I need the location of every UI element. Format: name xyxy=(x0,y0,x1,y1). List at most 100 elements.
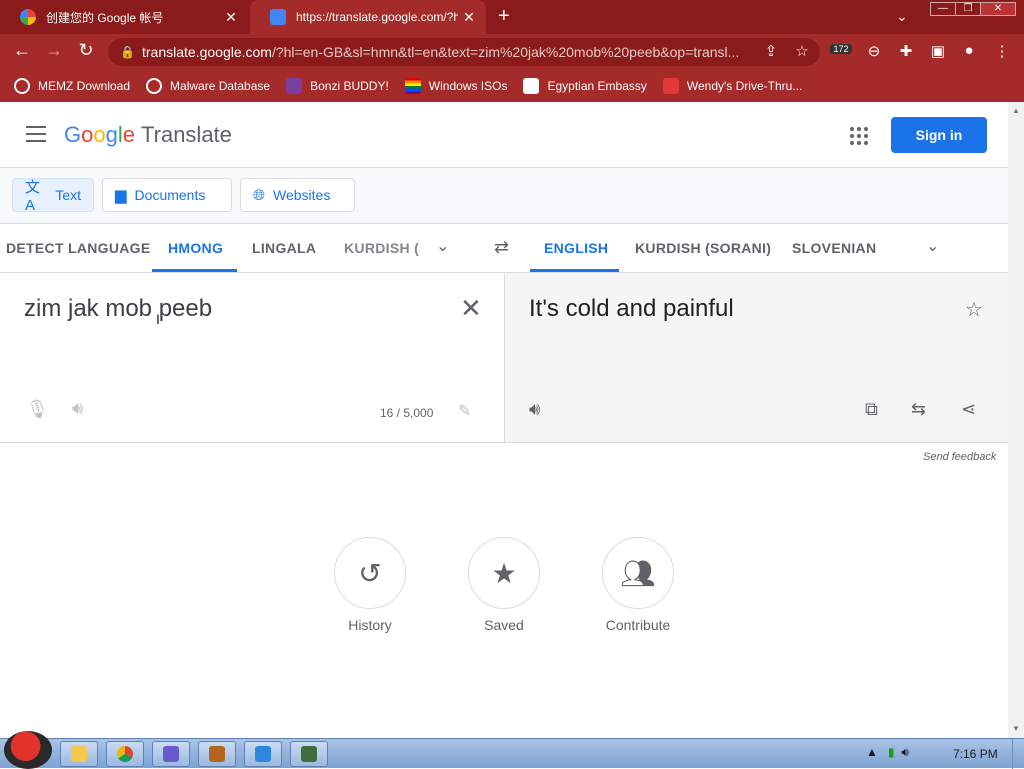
send-feedback-link[interactable]: Send feedback xyxy=(923,451,996,463)
bookmark-memz[interactable]: MEMZ Download xyxy=(14,78,130,94)
sign-in-button[interactable]: Sign in xyxy=(891,117,987,153)
google-apps-icon[interactable] xyxy=(850,127,868,145)
extension-icon[interactable]: ⊖ xyxy=(863,42,885,60)
youtube-icon xyxy=(662,78,679,94)
text-mode-button[interactable]: 文A Text xyxy=(12,178,94,214)
share-translation-icon[interactable]: ⋖ xyxy=(961,399,976,420)
bookmark-egyptian-embassy[interactable]: Egyptian Embassy xyxy=(523,78,647,94)
history-label: History xyxy=(348,617,392,633)
target-lang-kurdish-sorani[interactable]: KURDISH (SORANI) xyxy=(635,240,771,256)
bookmark-bonzi-buddy[interactable]: Bonzi BUDDY! xyxy=(286,78,389,94)
websites-mode-button[interactable]: 🌐︎ Websites xyxy=(240,178,355,212)
show-hidden-icons-icon[interactable]: ▲ xyxy=(866,745,878,759)
browser-tab-strip: 创建您的 Google 帐号 ✕ https://translate.googl… xyxy=(0,0,1024,34)
source-lang-detect[interactable]: DETECT LANGUAGE xyxy=(6,240,151,256)
save-translation-star-icon[interactable]: ☆ xyxy=(965,297,983,322)
mode-label: Text xyxy=(55,187,81,203)
bookmark-malware-database[interactable]: Malware Database xyxy=(146,78,270,94)
history-button[interactable]: ↺ xyxy=(334,537,406,609)
tab-close-icon[interactable]: ✕ xyxy=(458,9,480,26)
star-icon: ★ xyxy=(491,557,517,589)
main-menu-icon[interactable] xyxy=(26,126,46,142)
forward-arrow-icon[interactable]: → xyxy=(42,40,66,61)
tab-title: https://translate.google.com/?hl= xyxy=(296,10,458,24)
browser-tab-google-account[interactable]: 创建您的 Google 帐号 ✕ xyxy=(0,0,248,34)
contribute-label: Contribute xyxy=(605,617,671,633)
bookmarks-bar: MEMZ Download Malware Database Bonzi BUD… xyxy=(0,70,1024,102)
close-window-button[interactable]: ✕ xyxy=(980,2,1016,16)
saved-label: Saved xyxy=(484,617,524,633)
swap-languages-icon[interactable]: ⇄ xyxy=(494,237,509,258)
bookmark-label: Malware Database xyxy=(170,79,271,93)
browser-toolbar: ← → ↻ 🔒 translate.google.com/?hl=en-GB&s… xyxy=(0,34,1024,70)
documents-mode-button[interactable]: ▆ Documents xyxy=(102,178,232,212)
target-lang-slovenian[interactable]: SLOVENIAN xyxy=(792,240,876,256)
product-name: Translate xyxy=(141,122,232,147)
lock-icon: 🔒 xyxy=(120,45,135,59)
source-lang-kurdish[interactable]: KURDISH (S xyxy=(344,240,420,256)
text-cursor-icon: I xyxy=(156,311,160,327)
listen-translation-icon[interactable]: 🔊︎ xyxy=(529,399,540,420)
taskbar-app-game[interactable] xyxy=(244,741,282,767)
tab-search-chevron-icon[interactable]: ⌄ xyxy=(896,8,908,25)
taskbar-clock[interactable]: 7:16 PM xyxy=(953,747,998,761)
address-bar[interactable]: 🔒 translate.google.com/?hl=en-GB&sl=hmn&… xyxy=(108,38,820,66)
pencil-icon[interactable]: ✎ xyxy=(458,401,471,421)
source-more-languages-chevron-icon[interactable]: ⌄ xyxy=(436,236,449,256)
tab-close-icon[interactable]: ✕ xyxy=(220,9,242,26)
taskbar-app-toolbox[interactable] xyxy=(198,741,236,767)
source-lang-lingala[interactable]: LINGALA xyxy=(252,240,316,256)
listen-source-icon[interactable]: 🔊︎ xyxy=(72,398,83,419)
mode-label: Documents xyxy=(134,187,206,203)
translation-text: It's cold and painful xyxy=(529,295,734,322)
battery-icon[interactable]: ▮ xyxy=(888,745,895,759)
reload-icon[interactable]: ↻ xyxy=(74,40,98,61)
scroll-up-arrow-icon[interactable]: ▲ xyxy=(1012,106,1020,115)
new-tab-button[interactable]: + xyxy=(498,5,510,28)
taskbar-app-terminal[interactable] xyxy=(290,741,328,767)
kebab-menu-icon[interactable]: ⋮ xyxy=(991,42,1013,60)
browser-tab-translate[interactable]: https://translate.google.com/?hl= ✕ xyxy=(250,0,486,34)
start-button-angry-bird-icon[interactable] xyxy=(4,731,52,769)
rate-translation-icon[interactable]: ⇆ xyxy=(911,399,926,420)
google-favicon-icon xyxy=(20,9,36,25)
share-page-icon[interactable]: ⇪ xyxy=(760,42,782,60)
target-lang-english[interactable]: ENGLISH xyxy=(544,240,608,256)
logo-letter: G xyxy=(64,122,82,147)
extension-badge-icon[interactable]: 172 xyxy=(830,44,852,54)
google-translate-logo[interactable]: Google Translate xyxy=(64,122,232,148)
source-lang-hmong[interactable]: HMONG xyxy=(168,240,223,256)
copy-translation-icon[interactable]: ⧉ xyxy=(865,399,878,420)
saved-button[interactable]: ★ xyxy=(468,537,540,609)
target-more-languages-chevron-icon[interactable]: ⌄ xyxy=(926,236,939,256)
contribute-button[interactable]: 👥︎ xyxy=(602,537,674,609)
winrar-icon xyxy=(163,746,179,762)
restore-button[interactable]: ❐ xyxy=(955,2,981,16)
source-text-input[interactable]: zim jak mob peeb xyxy=(24,295,212,323)
taskbar-app-winrar[interactable] xyxy=(152,741,190,767)
logo-letter: g xyxy=(105,122,118,147)
page-scrollbar[interactable]: ▲ ▼ xyxy=(1008,102,1024,738)
logo-letter: o xyxy=(81,122,94,147)
bookmark-label: Windows ISOs xyxy=(428,79,508,93)
bookmark-windows-isos[interactable]: Windows ISOs xyxy=(404,78,508,94)
scroll-down-arrow-icon[interactable]: ▼ xyxy=(1012,724,1020,733)
back-arrow-icon[interactable]: ← xyxy=(10,40,34,61)
translate-icon: 文A xyxy=(25,179,41,214)
side-panel-icon[interactable]: ▣ xyxy=(927,42,949,60)
character-count: 16 / 5,000 xyxy=(380,406,434,420)
minimize-button[interactable]: — xyxy=(930,2,956,16)
profile-avatar-icon[interactable]: ● xyxy=(958,42,980,59)
microphone-icon[interactable]: 🎙︎ xyxy=(26,399,49,420)
taskbar-app-chrome[interactable] xyxy=(106,741,144,767)
bookmark-star-icon[interactable]: ☆ xyxy=(791,42,813,60)
show-desktop-button[interactable] xyxy=(1012,739,1024,769)
bonzi-icon xyxy=(286,78,303,94)
mode-label: Websites xyxy=(273,187,331,203)
volume-icon[interactable]: 🔊︎ xyxy=(901,745,909,759)
bookmark-wendys[interactable]: Wendy's Drive-Thru... xyxy=(662,78,802,94)
clear-source-icon[interactable]: ✕ xyxy=(460,295,482,321)
extensions-puzzle-icon[interactable]: ✚ xyxy=(895,42,917,60)
taskbar-app-explorer[interactable] xyxy=(60,741,98,767)
translate-header: Google Translate Sign in xyxy=(0,102,1008,168)
